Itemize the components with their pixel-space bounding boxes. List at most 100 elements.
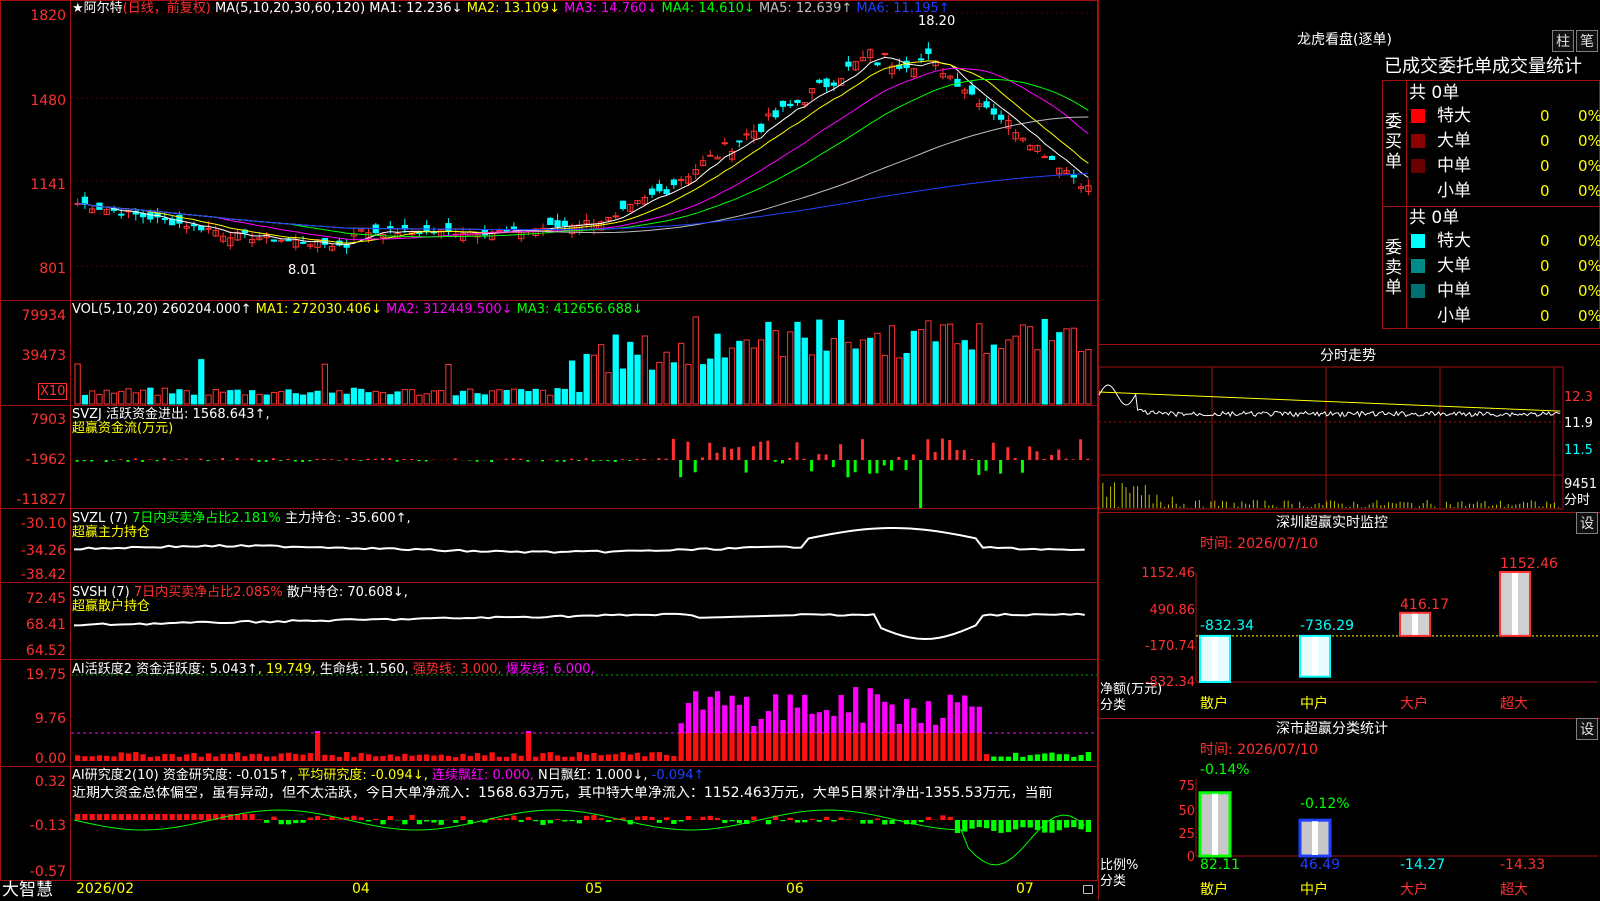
svzj-bar-131 [1028,446,1031,460]
ai1-bar-80 [657,752,662,761]
ai1-bar-72 [599,755,604,761]
ai1-bar-11 [155,756,160,761]
ai1-bar-62 [526,733,531,761]
vol-bar-115 [911,331,916,404]
candle-body-59 [504,230,509,231]
ai1-bar-1 [82,756,87,761]
ai1-activity: 资金活跃度: 5.043↑ [136,662,258,677]
svzj-bar-133 [1043,459,1046,460]
ai1-peak: , 19.749, [258,662,316,677]
ai2-bar-3 [97,814,102,820]
svzl-position: 主力持仓: -35.600↑, [285,511,411,526]
vol-bar-4 [104,390,109,404]
ai2-bar-42 [380,820,385,824]
vol-bar-50 [439,391,444,404]
svzj-bar-93 [752,446,755,460]
svzj-bar-88 [716,453,719,460]
ai1-bar-70 [584,755,589,761]
ai1-bar-76 [628,754,633,761]
ai1-bar-134 [1049,753,1054,761]
candle-body-6 [119,214,124,215]
svzj-bar-104 [832,460,835,467]
vol-bar-54 [468,389,473,404]
ai2-bar-39 [359,817,364,820]
ai2-bar-63 [533,820,538,821]
ai2-bar-41 [373,819,378,820]
svzj-bar-68 [570,459,573,460]
vol-bar-116 [918,330,923,404]
vol-bar-67 [562,389,567,404]
ai1-strong: 强势线: 3.000, [413,662,502,677]
vol-bar-62 [526,391,531,404]
vol-bar-34 [322,364,327,404]
candle-body-58 [497,230,502,231]
ai2-bar-123 [969,820,974,829]
right-chart-canvas[interactable] [1098,0,1600,900]
ai2-bar-65 [548,820,553,823]
vol-bar-94 [759,340,764,404]
vol-bar-72 [599,345,604,404]
brand-label[interactable]: 大智慧 [2,880,53,900]
chart-canvas[interactable] [0,0,1098,881]
ai1-bar-46 [409,756,414,761]
lock-icon[interactable] [1083,885,1093,894]
ai1-bar-24 [250,754,255,761]
ai1-bar-41 [373,756,378,761]
svzj-bar-135 [1057,450,1060,460]
ai2-bar-84 [686,816,691,820]
candle-body-133 [1042,157,1047,158]
ai2-bar-103 [824,817,829,820]
vol-bar-64 [540,390,545,404]
ai1-bar-top-92 [744,697,749,733]
svzl-axis-2: -38.42 [0,567,66,583]
ai1-bar-67 [562,757,567,761]
ai1-bar-53 [460,754,465,761]
ai1-bar-14 [177,757,182,761]
ai1-bar-60 [511,753,516,761]
svsh-ratio: 7日内买卖净占比2.085% [134,585,283,600]
svzj-bar-129 [1014,458,1017,460]
ai2-bar-91 [737,820,742,823]
vol-x10-badge[interactable]: X10 [38,383,67,400]
ai1-axis-1: 9.76 [0,711,66,727]
vol-bar-8 [133,393,138,404]
vol-bar-86 [700,365,705,404]
ai1-bar-78 [642,756,647,761]
vol-ma3: MA3: 412656.688↓ [517,302,643,317]
candle-body-99 [795,100,800,102]
ai2-bar-66 [555,819,560,820]
ai2-bar-8 [133,814,138,820]
vol-bar-42 [380,393,385,404]
ai2-bar-110 [875,818,880,820]
ai1-bar-119 [940,733,945,761]
ai1-bar-104 [831,733,836,761]
ai1-bar-116 [918,733,923,761]
svzj-bar-113 [897,457,900,460]
vol-axis-0: 79934 [0,308,66,324]
ai2-bar-124 [977,820,982,827]
stock-name[interactable]: 阿尔特 [84,1,123,16]
svzl-axis-0: -30.10 [0,516,66,532]
ai2-bar-83 [679,820,684,821]
ai1-bar-54 [468,756,473,761]
star-icon[interactable]: ★ [72,1,84,16]
vol-bar-80 [657,362,662,404]
ai2-bar-122 [962,820,967,831]
candle-body-18 [206,228,211,229]
ai1-bar-32 [308,753,313,761]
ai1-bar-138 [1078,755,1083,761]
svzj-bar-116 [919,460,922,508]
candle-body-79 [649,189,654,194]
svzj-bar-70 [585,458,588,460]
svzj-label: SVZJ [72,407,102,422]
ai1-bar-64 [540,753,545,761]
ai1-header: AI活跃度2 资金活跃度: 5.043↑, 19.749, 生命线: 1.560… [72,662,595,677]
svzj-bar-77 [636,459,639,460]
period-mode[interactable]: (日线，前复权) [123,1,211,16]
ai2-axis-0: 0.32 [0,774,66,790]
candle-body-137 [1071,175,1076,177]
ai1-bar-48 [424,754,429,761]
high-price-label: 18.20 [918,14,955,29]
ai1-bar-16 [191,753,196,761]
vol-bar-66 [555,389,560,404]
